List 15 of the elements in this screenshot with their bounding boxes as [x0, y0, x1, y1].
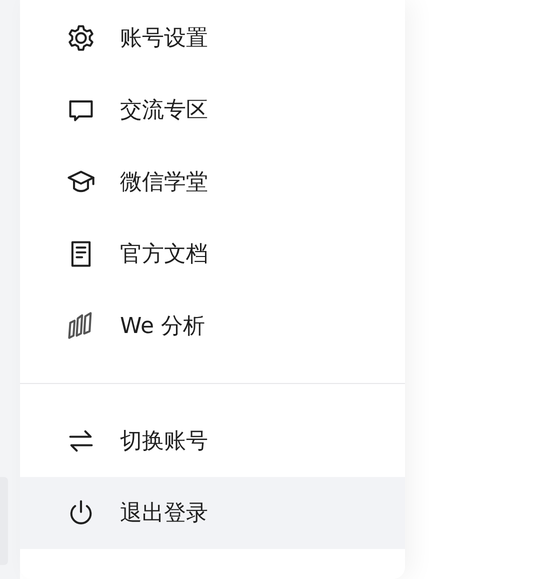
- menu-item[interactable]: 官方文档: [20, 218, 405, 290]
- settings-icon: [66, 23, 96, 53]
- menu-item[interactable]: 切换账号: [20, 405, 405, 477]
- menu-item[interactable]: 退出登录: [20, 477, 405, 549]
- menu-item-label: 账号设置: [120, 25, 208, 53]
- menu-item[interactable]: 账号设置: [20, 2, 405, 74]
- menu-item[interactable]: 交流专区: [20, 74, 405, 146]
- menu-item-label: 交流专区: [120, 97, 208, 125]
- menu-item-label: 微信学堂: [120, 169, 208, 197]
- menu-item[interactable]: We 分析: [20, 290, 405, 362]
- menu-item-label: We 分析: [120, 313, 205, 341]
- menu-item-label: 切换账号: [120, 428, 208, 456]
- menu-item[interactable]: 微信学堂: [20, 146, 405, 218]
- menu-item-label: 官方文档: [120, 241, 208, 269]
- menu-item-label: 退出登录: [120, 500, 208, 528]
